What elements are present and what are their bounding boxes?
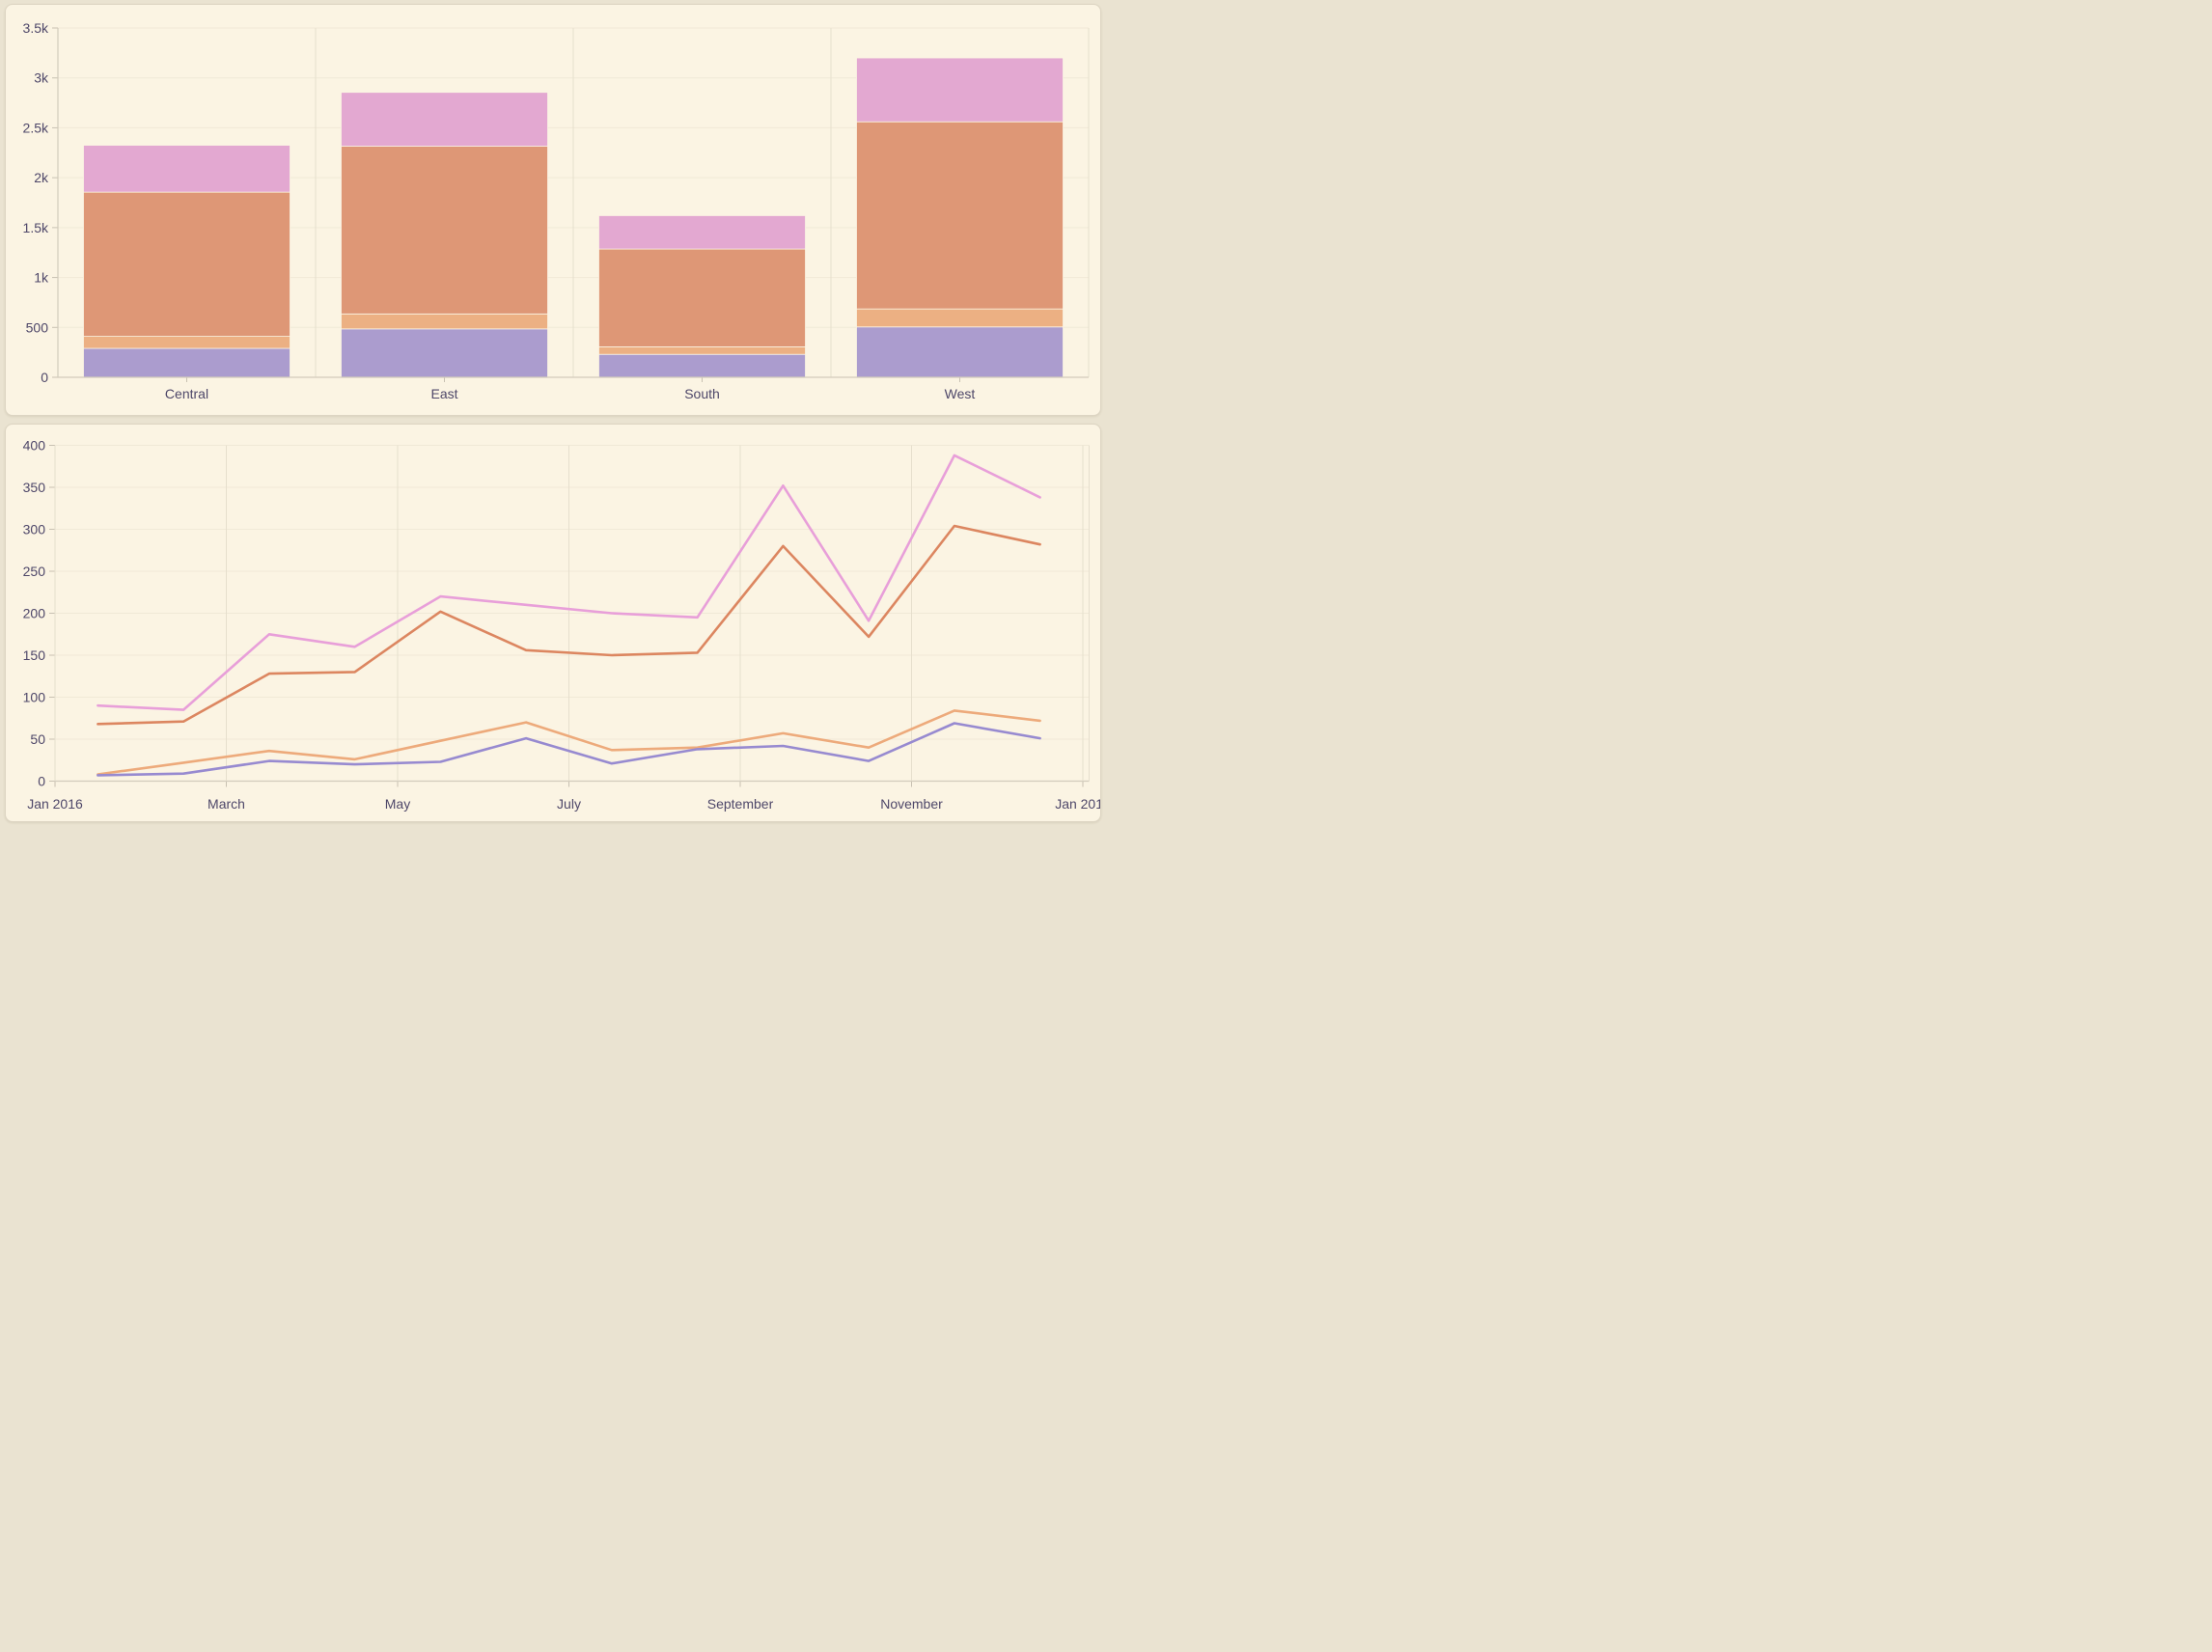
- bar-segment-south-salmon[interactable]: [599, 249, 806, 346]
- bar-segment-east-tan[interactable]: [342, 314, 548, 329]
- bar-segment-east-pink[interactable]: [342, 93, 548, 147]
- category-label-central: Central: [165, 386, 208, 401]
- y-tick-label: 350: [23, 480, 46, 495]
- bar-segment-central-purple[interactable]: [84, 348, 290, 377]
- stacked-bar-chart-card: 0 500 1k 1.5k 2k 2.5k 3k 3.5k Central East South We…: [5, 4, 1101, 416]
- y-tick-label: 300: [23, 522, 46, 537]
- bar-segment-east-purple[interactable]: [342, 329, 548, 377]
- bar-segment-west-salmon[interactable]: [857, 122, 1064, 309]
- line-chart-card: 0 50 100 150 200 250 300 350 400 Jan 2016 March May…: [5, 424, 1101, 822]
- bar-segment-central-pink[interactable]: [84, 146, 290, 193]
- x-tick-label: November: [880, 796, 943, 812]
- y-tick-label: 100: [23, 690, 46, 705]
- y-tick-label: 1.5k: [23, 220, 49, 235]
- x-tick-label: March: [207, 796, 245, 812]
- bar-segment-central-salmon[interactable]: [84, 192, 290, 336]
- y-tick-label: 2k: [34, 170, 49, 185]
- y-tick-label: 3k: [34, 70, 49, 86]
- category-label-south: South: [684, 386, 720, 401]
- x-tick-label: September: [707, 796, 774, 812]
- bar-segment-west-tan[interactable]: [857, 309, 1064, 327]
- y-tick-label: 2.5k: [23, 120, 49, 135]
- x-tick-label: May: [385, 796, 410, 812]
- bar-segment-south-tan[interactable]: [599, 346, 806, 354]
- y-tick-label: 1k: [34, 270, 49, 286]
- charts-dashboard: 05001k1.5k2k2.5k3k3.5kCentralEastSouthWe…: [0, 0, 1106, 826]
- bar-segment-west-purple[interactable]: [857, 327, 1064, 377]
- stacked-bar-chart: 0 500 1k 1.5k 2k 2.5k 3k 3.5k Central East South We…: [6, 5, 1101, 416]
- y-tick-label: 200: [23, 606, 46, 621]
- y-tick-label: 150: [23, 647, 46, 663]
- y-tick-label: 3.5k: [23, 20, 49, 36]
- y-tick-label: 500: [26, 319, 49, 335]
- x-tick-label: Jan 2017: [1055, 796, 1101, 812]
- y-tick-label: 400: [23, 438, 46, 454]
- bar-segment-south-purple[interactable]: [599, 354, 806, 377]
- category-label-east: East: [430, 386, 457, 401]
- y-tick-label: 250: [23, 564, 46, 579]
- category-label-west: West: [945, 386, 976, 401]
- y-tick-label: 0: [41, 370, 48, 385]
- x-tick-label: July: [557, 796, 581, 812]
- line-chart: 0 50 100 150 200 250 300 350 400 Jan 2016 March May…: [6, 425, 1101, 822]
- y-tick-label: 50: [30, 731, 45, 747]
- bar-segment-central-tan[interactable]: [84, 337, 290, 348]
- bar-segment-east-salmon[interactable]: [342, 147, 548, 315]
- bar-segment-west-pink[interactable]: [857, 58, 1064, 122]
- bar-segment-south-pink[interactable]: [599, 215, 806, 249]
- y-tick-label: 0: [38, 774, 45, 789]
- x-tick-label: Jan 2016: [27, 796, 83, 812]
